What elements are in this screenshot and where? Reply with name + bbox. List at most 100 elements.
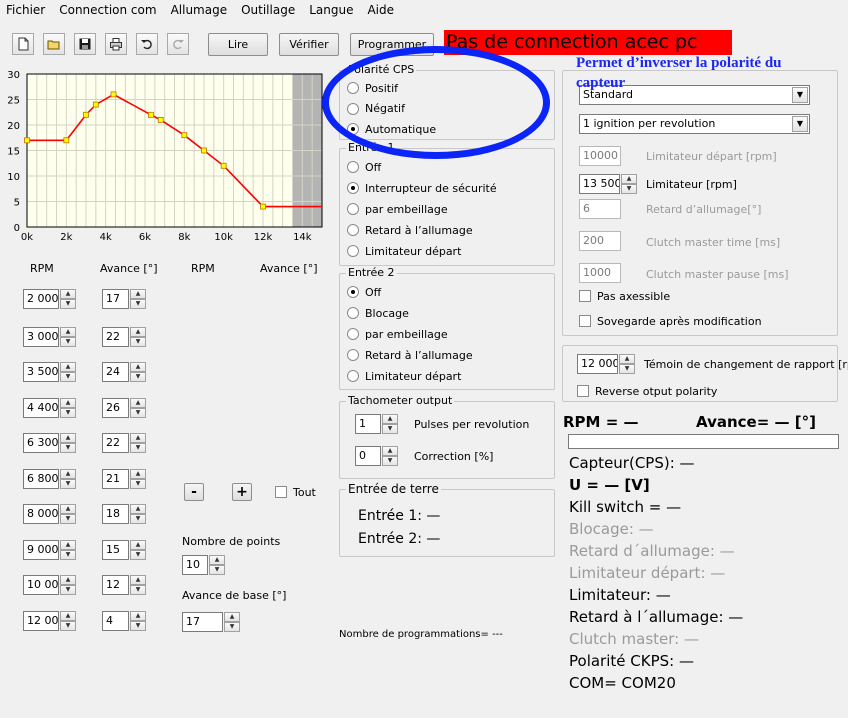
- rpm-value[interactable]: 3 000: [23, 327, 59, 347]
- clutch-pause-spinner[interactable]: 1000: [579, 263, 621, 283]
- advance-spinner[interactable]: 22 ▲ ▼: [102, 433, 146, 453]
- input1-option-2[interactable]: par embeillage: [347, 201, 448, 217]
- spin-up-icon[interactable]: ▲: [224, 612, 240, 622]
- shift-light-value[interactable]: 12 000: [577, 354, 618, 374]
- radio-button[interactable]: [347, 370, 359, 382]
- spin-up-icon[interactable]: ▲: [60, 289, 76, 299]
- correction-value[interactable]: 0: [355, 446, 381, 466]
- advance-spinner[interactable]: 22 ▲ ▼: [102, 327, 146, 347]
- advance-spinner[interactable]: 24 ▲ ▼: [102, 362, 146, 382]
- spin-down-icon[interactable]: ▼: [382, 424, 398, 434]
- base-advance-value[interactable]: 17: [182, 612, 223, 632]
- print-icon[interactable]: [105, 33, 127, 55]
- rpm-spinner[interactable]: 8 000 ▲ ▼: [23, 504, 76, 524]
- spin-down-icon[interactable]: ▼: [60, 408, 76, 418]
- save-after-change-checkbox[interactable]: Sovegarde après modification: [579, 313, 762, 329]
- points-count-value[interactable]: 10: [182, 555, 208, 575]
- menu-outillage[interactable]: Outillage: [234, 0, 302, 20]
- spin-up-icon[interactable]: ▲: [130, 362, 146, 372]
- spin-down-icon[interactable]: ▼: [60, 372, 76, 382]
- spin-down-icon[interactable]: ▼: [130, 408, 146, 418]
- radio-button[interactable]: [347, 307, 359, 319]
- open-folder-icon[interactable]: [43, 33, 65, 55]
- advance-value[interactable]: 21: [102, 469, 129, 489]
- rpm-value[interactable]: 2 000: [23, 289, 59, 309]
- radio-button[interactable]: [347, 349, 359, 361]
- new-file-icon[interactable]: [12, 33, 34, 55]
- points-count-spinner[interactable]: 10 ▲ ▼: [182, 555, 225, 575]
- rpm-value[interactable]: 3 500: [23, 362, 59, 382]
- radio-button[interactable]: [347, 328, 359, 340]
- spin-down-icon[interactable]: ▼: [60, 299, 76, 309]
- limiter-value[interactable]: 13 500: [579, 174, 620, 194]
- spin-up-icon[interactable]: ▲: [60, 469, 76, 479]
- spin-up-icon[interactable]: ▲: [60, 575, 76, 585]
- spin-up-icon[interactable]: ▲: [621, 174, 637, 184]
- menu-langue[interactable]: Langue: [302, 0, 360, 20]
- rpm-spinner[interactable]: 9 000 ▲ ▼: [23, 540, 76, 560]
- spin-up-icon[interactable]: ▲: [60, 362, 76, 372]
- rpm-spinner[interactable]: 10 000 ▲▼: [23, 575, 76, 595]
- limit-start-value[interactable]: 10000: [579, 146, 621, 166]
- rpm-spinner[interactable]: 6 300 ▲ ▼: [23, 433, 76, 453]
- add-point-button[interactable]: +: [232, 483, 252, 501]
- pulses-value[interactable]: 1: [355, 414, 381, 434]
- spin-down-icon[interactable]: ▼: [209, 565, 225, 575]
- polarity-option-0[interactable]: Positif: [347, 80, 398, 96]
- correction-spinner[interactable]: 0 ▲ ▼: [355, 446, 398, 466]
- spin-up-icon[interactable]: ▲: [60, 398, 76, 408]
- spin-down-icon[interactable]: ▼: [130, 585, 146, 595]
- spin-down-icon[interactable]: ▼: [60, 621, 76, 631]
- rpm-value[interactable]: 6 800: [23, 469, 59, 489]
- radio-button[interactable]: [347, 182, 359, 194]
- rpm-spinner[interactable]: 12 000 ▲▼: [23, 611, 76, 631]
- radio-button[interactable]: [347, 102, 359, 115]
- advance-value[interactable]: 4: [102, 611, 129, 631]
- polarity-option-1[interactable]: Négatif: [347, 101, 405, 117]
- spin-up-icon[interactable]: ▲: [60, 327, 76, 337]
- menu-fichier[interactable]: Fichier: [0, 0, 52, 20]
- all-checkbox[interactable]: Tout: [275, 484, 316, 500]
- spin-down-icon[interactable]: ▼: [130, 514, 146, 524]
- spin-down-icon[interactable]: ▼: [130, 550, 146, 560]
- chevron-down-icon[interactable]: ▼: [792, 116, 808, 132]
- advance-spinner[interactable]: 4 ▲ ▼: [102, 611, 146, 631]
- radio-button[interactable]: [347, 82, 359, 94]
- base-advance-spinner[interactable]: 17 ▲ ▼: [182, 612, 240, 632]
- radio-button[interactable]: [347, 224, 359, 236]
- menu-connection-com[interactable]: Connection com: [52, 0, 163, 20]
- rpm-value[interactable]: 4 400: [23, 398, 59, 418]
- not-accessible-checkbox[interactable]: Pas axessible: [579, 288, 670, 304]
- input2-option-3[interactable]: Retard à l’allumage: [347, 347, 473, 363]
- reverse-polarity-checkbox[interactable]: Reverse otput polarity: [577, 383, 717, 399]
- advance-spinner[interactable]: 15 ▲ ▼: [102, 540, 146, 560]
- advance-value[interactable]: 24: [102, 362, 129, 382]
- rpm-spinner[interactable]: 6 800 ▲ ▼: [23, 469, 76, 489]
- rpm-value[interactable]: 12 000: [23, 611, 59, 631]
- advance-spinner[interactable]: 18 ▲ ▼: [102, 504, 146, 524]
- rpm-value[interactable]: 10 000: [23, 575, 59, 595]
- spin-down-icon[interactable]: ▼: [130, 443, 146, 453]
- input1-option-4[interactable]: Limitateur départ: [347, 243, 461, 259]
- spin-down-icon[interactable]: ▼: [130, 337, 146, 347]
- menu-aide[interactable]: Aide: [360, 0, 401, 20]
- radio-button[interactable]: [347, 161, 359, 173]
- radio-button[interactable]: [347, 245, 359, 257]
- advance-value[interactable]: 22: [102, 433, 129, 453]
- spin-down-icon[interactable]: ▼: [130, 621, 146, 631]
- limit-start-spinner[interactable]: 10000: [579, 146, 621, 166]
- ignition-select[interactable]: 1 ignition per revolution ▼: [579, 114, 810, 134]
- spin-up-icon[interactable]: ▲: [130, 504, 146, 514]
- spin-up-icon[interactable]: ▲: [130, 433, 146, 443]
- spin-down-icon[interactable]: ▼: [60, 585, 76, 595]
- advance-value[interactable]: 15: [102, 540, 129, 560]
- advance-value[interactable]: 18: [102, 504, 129, 524]
- spin-up-icon[interactable]: ▲: [60, 540, 76, 550]
- menu-allumage[interactable]: Allumage: [164, 0, 235, 20]
- spin-down-icon[interactable]: ▼: [60, 337, 76, 347]
- spin-up-icon[interactable]: ▲: [60, 611, 76, 621]
- polarity-option-2[interactable]: Automatique: [347, 121, 436, 137]
- advance-value[interactable]: 12: [102, 575, 129, 595]
- retard-value[interactable]: 6: [579, 199, 621, 219]
- pulses-spinner[interactable]: 1 ▲ ▼: [355, 414, 398, 434]
